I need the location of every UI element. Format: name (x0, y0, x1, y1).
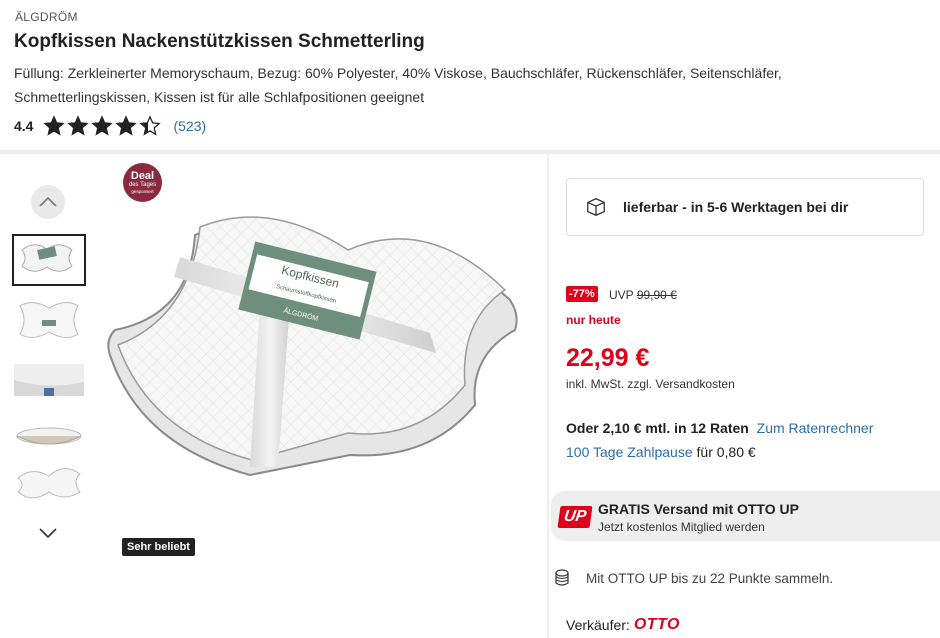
package-icon (587, 198, 605, 216)
thumbnail-scroll-down-button[interactable] (36, 523, 60, 543)
product-title: Kopfkissen Nackenstützkissen Schmetterli… (14, 31, 425, 52)
shipping-costs-link[interactable]: Versandkosten (655, 377, 734, 391)
points-text: Mit OTTO UP bis zu 22 Punkte sammeln. (586, 570, 834, 586)
current-price: 22,99 € (566, 344, 650, 372)
star-icon (139, 115, 162, 136)
installment-info: Oder 2,10 € mtl. in 12 Raten Zum Ratenre… (566, 420, 873, 436)
thumbnail-image (17, 468, 81, 499)
seller-otto-logo[interactable]: OTTO (634, 616, 680, 634)
payment-pause-link[interactable]: 100 Tage Zahlpause (566, 444, 693, 460)
main-product-image[interactable]: Kopfkissen Schaumstoffkopfkissen ÄLGDRÖM (100, 205, 540, 505)
popular-badge: Sehr beliebt (122, 538, 195, 556)
payment-pause-info: 100 Tage Zahlpause für 0,80 € (566, 444, 756, 460)
chevron-up-icon (39, 197, 57, 207)
divider (547, 154, 549, 638)
divider (0, 150, 940, 154)
thumbnail-3[interactable] (14, 360, 84, 408)
thumbnail-image (14, 364, 84, 396)
seller-label: Verkäufer: (566, 617, 630, 633)
uvp-label: UVP (609, 288, 634, 302)
star-icon (115, 115, 138, 136)
rating[interactable]: 4.4 (523) (14, 115, 206, 137)
star-icon (91, 115, 114, 136)
thumbnail-image (19, 302, 79, 338)
otto-up-logo: UP (557, 506, 593, 528)
deal-badge-line1: Deal (130, 170, 155, 182)
thumbnail-4[interactable] (14, 418, 84, 466)
thumbnail-5[interactable] (14, 460, 84, 508)
seller-info: Verkäufer: OTTO (566, 616, 680, 634)
otto-up-title: GRATIS Versand mit OTTO UP (598, 501, 799, 517)
rating-count-link[interactable]: (523) (173, 118, 206, 134)
delivery-text: lieferbar - in 5-6 Werktagen bei dir (623, 199, 849, 215)
thumbnail-image (21, 244, 73, 272)
rating-stars (43, 115, 162, 137)
otto-up-subtitle: Jetzt kostenlos Mitglied werden (598, 520, 765, 534)
star-icon (67, 115, 90, 136)
tax-text: inkl. MwSt. zzgl. (566, 377, 653, 391)
brand-name[interactable]: ÄLGDRÖM (15, 10, 78, 24)
payment-pause-text: für 0,80 € (696, 444, 756, 460)
chevron-down-icon (39, 528, 57, 538)
uvp-old-price: 99,90 € (636, 288, 677, 302)
discount-badge: -77% (566, 286, 598, 302)
thumbnail-2[interactable] (14, 296, 84, 344)
otto-up-banner[interactable]: UP GRATIS Versand mit OTTO UP Jetzt kost… (551, 491, 940, 541)
uvp-price: UVP 99,90 € (609, 288, 677, 302)
star-icon (43, 115, 66, 136)
delivery-info: lieferbar - in 5-6 Werktagen bei dir (566, 178, 924, 236)
deal-badge-line2: des Tages (128, 182, 157, 188)
tax-info: inkl. MwSt. zzgl. Versandkosten (566, 377, 735, 391)
product-description: Füllung: Zerkleinerter Memoryschaum, Bez… (14, 65, 782, 105)
thumbnail-1[interactable] (12, 234, 86, 286)
deal-of-the-day-badge: Deal des Tages gesponsert (123, 163, 162, 202)
points-info: Mit OTTO UP bis zu 22 Punkte sammeln. (552, 568, 833, 588)
deal-badge-line3: gesponsert (131, 189, 154, 194)
only-today-label: nur heute (566, 313, 621, 327)
installment-text: Oder 2,10 € mtl. in 12 Raten (566, 420, 749, 436)
coin-stack-icon (555, 569, 569, 586)
thumbnail-scroll-up-button[interactable] (31, 185, 65, 219)
installment-calculator-link[interactable]: Zum Ratenrechner (757, 420, 874, 436)
rating-value: 4.4 (14, 118, 34, 134)
thumbnail-image (16, 427, 82, 445)
